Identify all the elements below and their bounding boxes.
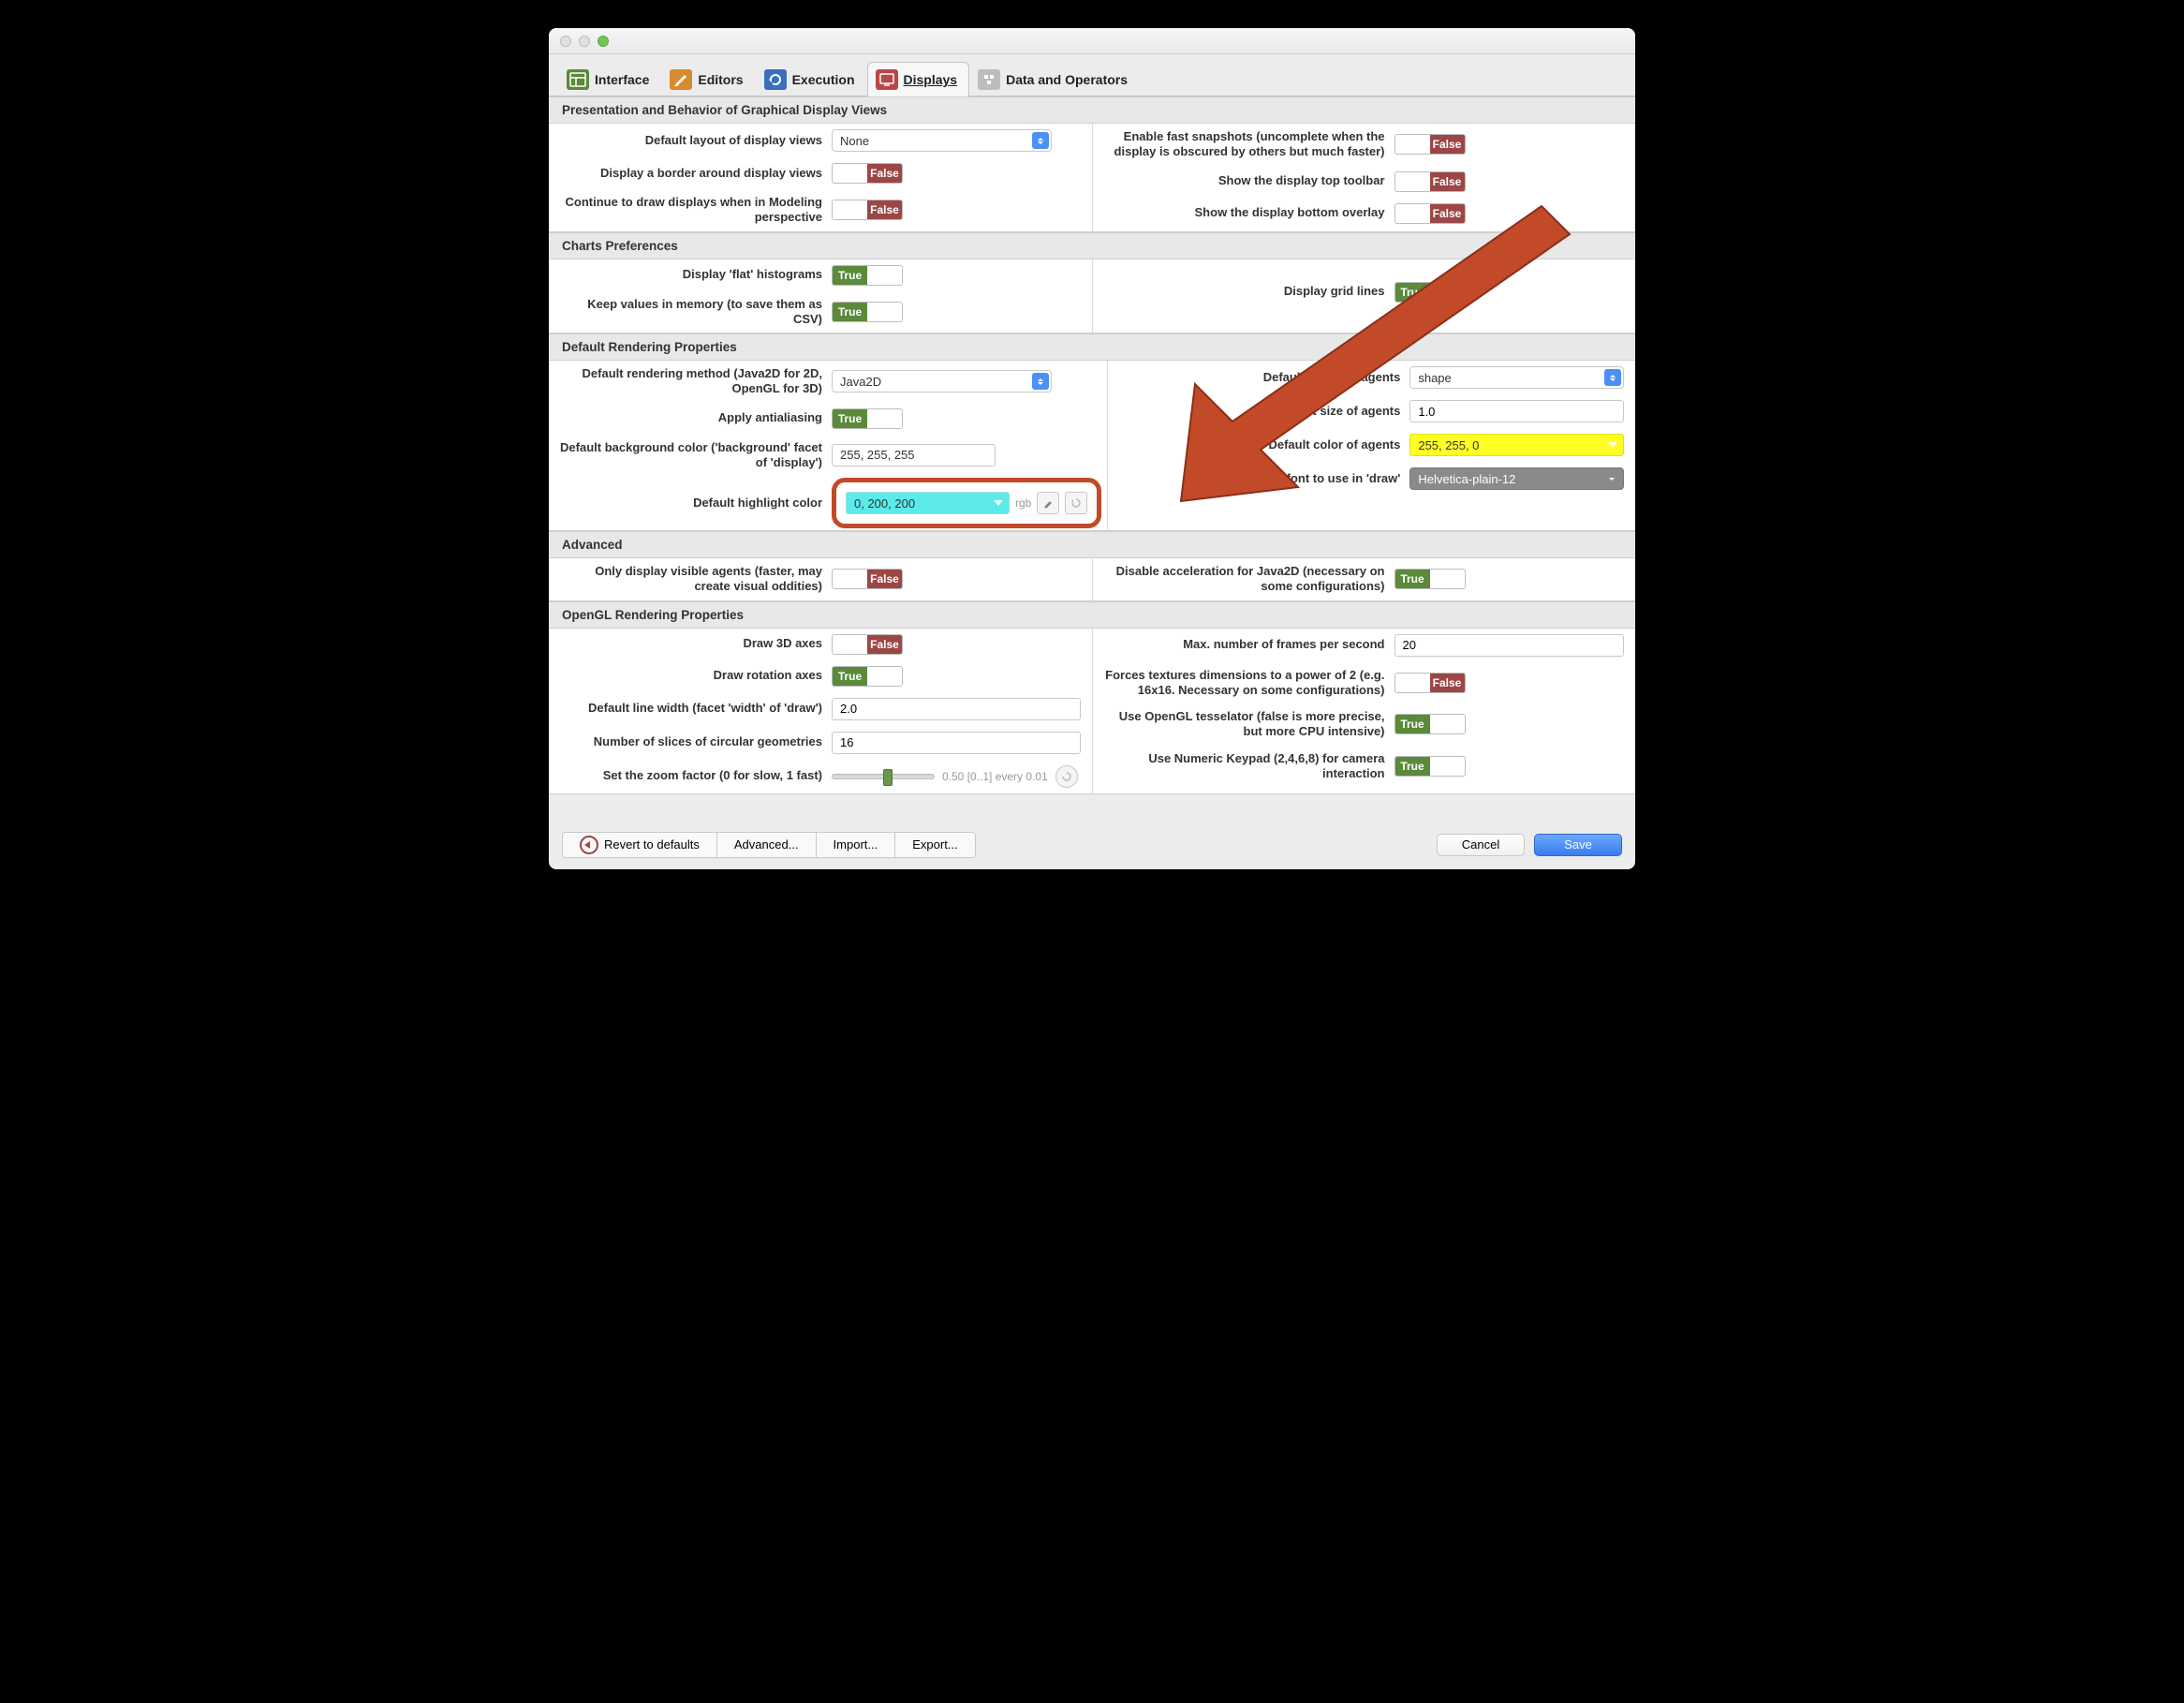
- tab-editors[interactable]: Editors: [661, 62, 755, 96]
- rgb-label: rgb: [1015, 496, 1031, 510]
- chevron-updown-icon: [1032, 132, 1049, 149]
- tab-interface[interactable]: Interface: [558, 62, 661, 96]
- toggle-disable-accel[interactable]: True: [1395, 569, 1466, 589]
- section-rendering: Default Rendering Properties: [549, 333, 1635, 361]
- label-render-method: Default rendering method (Java2D for 2D,…: [560, 366, 822, 397]
- label-slices: Number of slices of circular geometries: [560, 734, 822, 749]
- label-tesselator: Use OpenGL tesselator (false is more pre…: [1104, 709, 1385, 740]
- chevron-down-icon: [1608, 442, 1617, 448]
- color-agent[interactable]: 255, 255, 0: [1409, 434, 1624, 456]
- chevron-down-icon: [1604, 470, 1619, 487]
- zoom-value-text: 0.50 [0..1] every 0.01: [942, 770, 1048, 783]
- color-bg[interactable]: 255, 255, 255: [832, 444, 996, 466]
- input-line-width[interactable]: [832, 698, 1081, 720]
- slider-thumb[interactable]: [883, 769, 893, 786]
- tab-data-label: Data and Operators: [1006, 72, 1128, 87]
- label-bg-color: Default background color ('background' f…: [560, 440, 822, 471]
- tab-editors-label: Editors: [698, 72, 743, 87]
- label-border: Display a border around display views: [560, 166, 822, 181]
- label-flat-histograms: Display 'flat' histograms: [560, 267, 822, 282]
- input-slices[interactable]: [832, 732, 1081, 754]
- label-layout: Default layout of display views: [560, 133, 822, 148]
- toggle-tesselator[interactable]: True: [1395, 714, 1466, 734]
- label-texture-pow2: Forces textures dimensions to a power of…: [1104, 668, 1385, 699]
- select-draw-font[interactable]: Helvetica-plain-12: [1409, 467, 1624, 490]
- select-agent-shape[interactable]: shape: [1409, 366, 1624, 389]
- label-3d-axes: Draw 3D axes: [560, 636, 822, 651]
- export-button[interactable]: Export...: [895, 833, 974, 857]
- maximize-icon[interactable]: [598, 36, 609, 47]
- cancel-button[interactable]: Cancel: [1437, 834, 1525, 856]
- toggle-3d-axes[interactable]: False: [832, 634, 903, 655]
- revert-value-icon[interactable]: [1055, 765, 1078, 788]
- section-charts: Charts Preferences: [549, 232, 1635, 259]
- revert-value-icon[interactable]: [1065, 492, 1087, 514]
- tab-data-operators[interactable]: Data and Operators: [969, 62, 1140, 96]
- tab-displays[interactable]: Displays: [867, 62, 970, 96]
- footer: Revert to defaults Advanced... Import...…: [549, 794, 1635, 869]
- input-agent-size[interactable]: [1409, 400, 1624, 422]
- edit-icon[interactable]: [1037, 492, 1059, 514]
- toggle-flat-histograms[interactable]: True: [832, 265, 903, 286]
- section-presentation: Presentation and Behavior of Graphical D…: [549, 96, 1635, 124]
- label-antialiasing: Apply antialiasing: [560, 410, 822, 425]
- label-top-toolbar: Show the display top toolbar: [1104, 173, 1385, 188]
- chevron-down-icon: [994, 500, 1003, 506]
- tab-bar: Interface Editors Execution Displays Dat…: [549, 54, 1635, 96]
- label-agent-shape: Default shape of agents: [1119, 370, 1400, 385]
- label-grid-lines: Display grid lines: [1104, 284, 1385, 299]
- label-zoom-factor: Set the zoom factor (0 for slow, 1 fast): [560, 768, 822, 783]
- toggle-rotation-axes[interactable]: True: [832, 666, 903, 687]
- label-snapshots: Enable fast snapshots (uncomplete when t…: [1104, 129, 1385, 160]
- toggle-keep-csv[interactable]: True: [832, 302, 903, 322]
- label-rotation-axes: Draw rotation axes: [560, 668, 822, 683]
- toggle-border[interactable]: False: [832, 163, 903, 184]
- minimize-icon[interactable]: [579, 36, 590, 47]
- label-numeric-keypad: Use Numeric Keypad (2,4,6,8) for camera …: [1104, 751, 1385, 782]
- label-visible-agents: Only display visible agents (faster, may…: [560, 564, 822, 595]
- content-area: Presentation and Behavior of Graphical D…: [549, 96, 1635, 794]
- toggle-continue-draw[interactable]: False: [832, 200, 903, 220]
- tab-interface-label: Interface: [595, 72, 649, 87]
- close-icon[interactable]: [560, 36, 571, 47]
- toggle-grid-lines[interactable]: True: [1395, 282, 1466, 303]
- section-advanced: Advanced: [549, 531, 1635, 558]
- input-max-fps[interactable]: [1395, 634, 1625, 657]
- toggle-texture-pow2[interactable]: False: [1395, 673, 1466, 693]
- toggle-antialiasing[interactable]: True: [832, 408, 903, 429]
- label-disable-accel: Disable acceleration for Java2D (necessa…: [1104, 564, 1385, 595]
- revert-defaults-button[interactable]: Revert to defaults: [563, 833, 717, 857]
- select-layout[interactable]: None: [832, 129, 1052, 152]
- label-draw-font: Default font to use in 'draw': [1119, 471, 1400, 486]
- label-highlight-color: Default highlight color: [560, 496, 822, 511]
- tab-execution[interactable]: Execution: [756, 62, 867, 96]
- label-keep-csv: Keep values in memory (to save them as C…: [560, 297, 822, 328]
- preferences-window: Interface Editors Execution Displays Dat…: [549, 28, 1635, 869]
- label-agent-color: Default color of agents: [1119, 437, 1400, 452]
- toggle-visible-agents[interactable]: False: [832, 569, 903, 589]
- section-opengl: OpenGL Rendering Properties: [549, 601, 1635, 629]
- import-button[interactable]: Import...: [817, 833, 896, 857]
- label-agent-size: Default size of agents: [1119, 404, 1400, 419]
- label-max-fps: Max. number of frames per second: [1104, 637, 1385, 652]
- chevron-updown-icon: [1032, 373, 1049, 390]
- label-bottom-overlay: Show the display bottom overlay: [1104, 205, 1385, 220]
- toggle-bottom-overlay[interactable]: False: [1395, 203, 1466, 224]
- toggle-numeric-keypad[interactable]: True: [1395, 756, 1466, 777]
- slider-zoom[interactable]: [832, 774, 935, 779]
- highlight-callout: 0, 200, 200 rgb: [832, 478, 1101, 528]
- advanced-button[interactable]: Advanced...: [717, 833, 817, 857]
- revert-icon: [580, 836, 598, 854]
- select-render-method[interactable]: Java2D: [832, 370, 1052, 392]
- toggle-top-toolbar[interactable]: False: [1395, 171, 1466, 192]
- chevron-updown-icon: [1604, 369, 1621, 386]
- tab-execution-label: Execution: [792, 72, 855, 87]
- titlebar: [549, 28, 1635, 54]
- label-line-width: Default line width (facet 'width' of 'dr…: [560, 701, 822, 716]
- color-highlight[interactable]: 0, 200, 200: [846, 492, 1010, 514]
- save-button[interactable]: Save: [1534, 834, 1622, 856]
- label-continue-draw: Continue to draw displays when in Modeli…: [560, 195, 822, 226]
- tab-displays-label: Displays: [904, 72, 958, 87]
- toggle-snapshots[interactable]: False: [1395, 134, 1466, 155]
